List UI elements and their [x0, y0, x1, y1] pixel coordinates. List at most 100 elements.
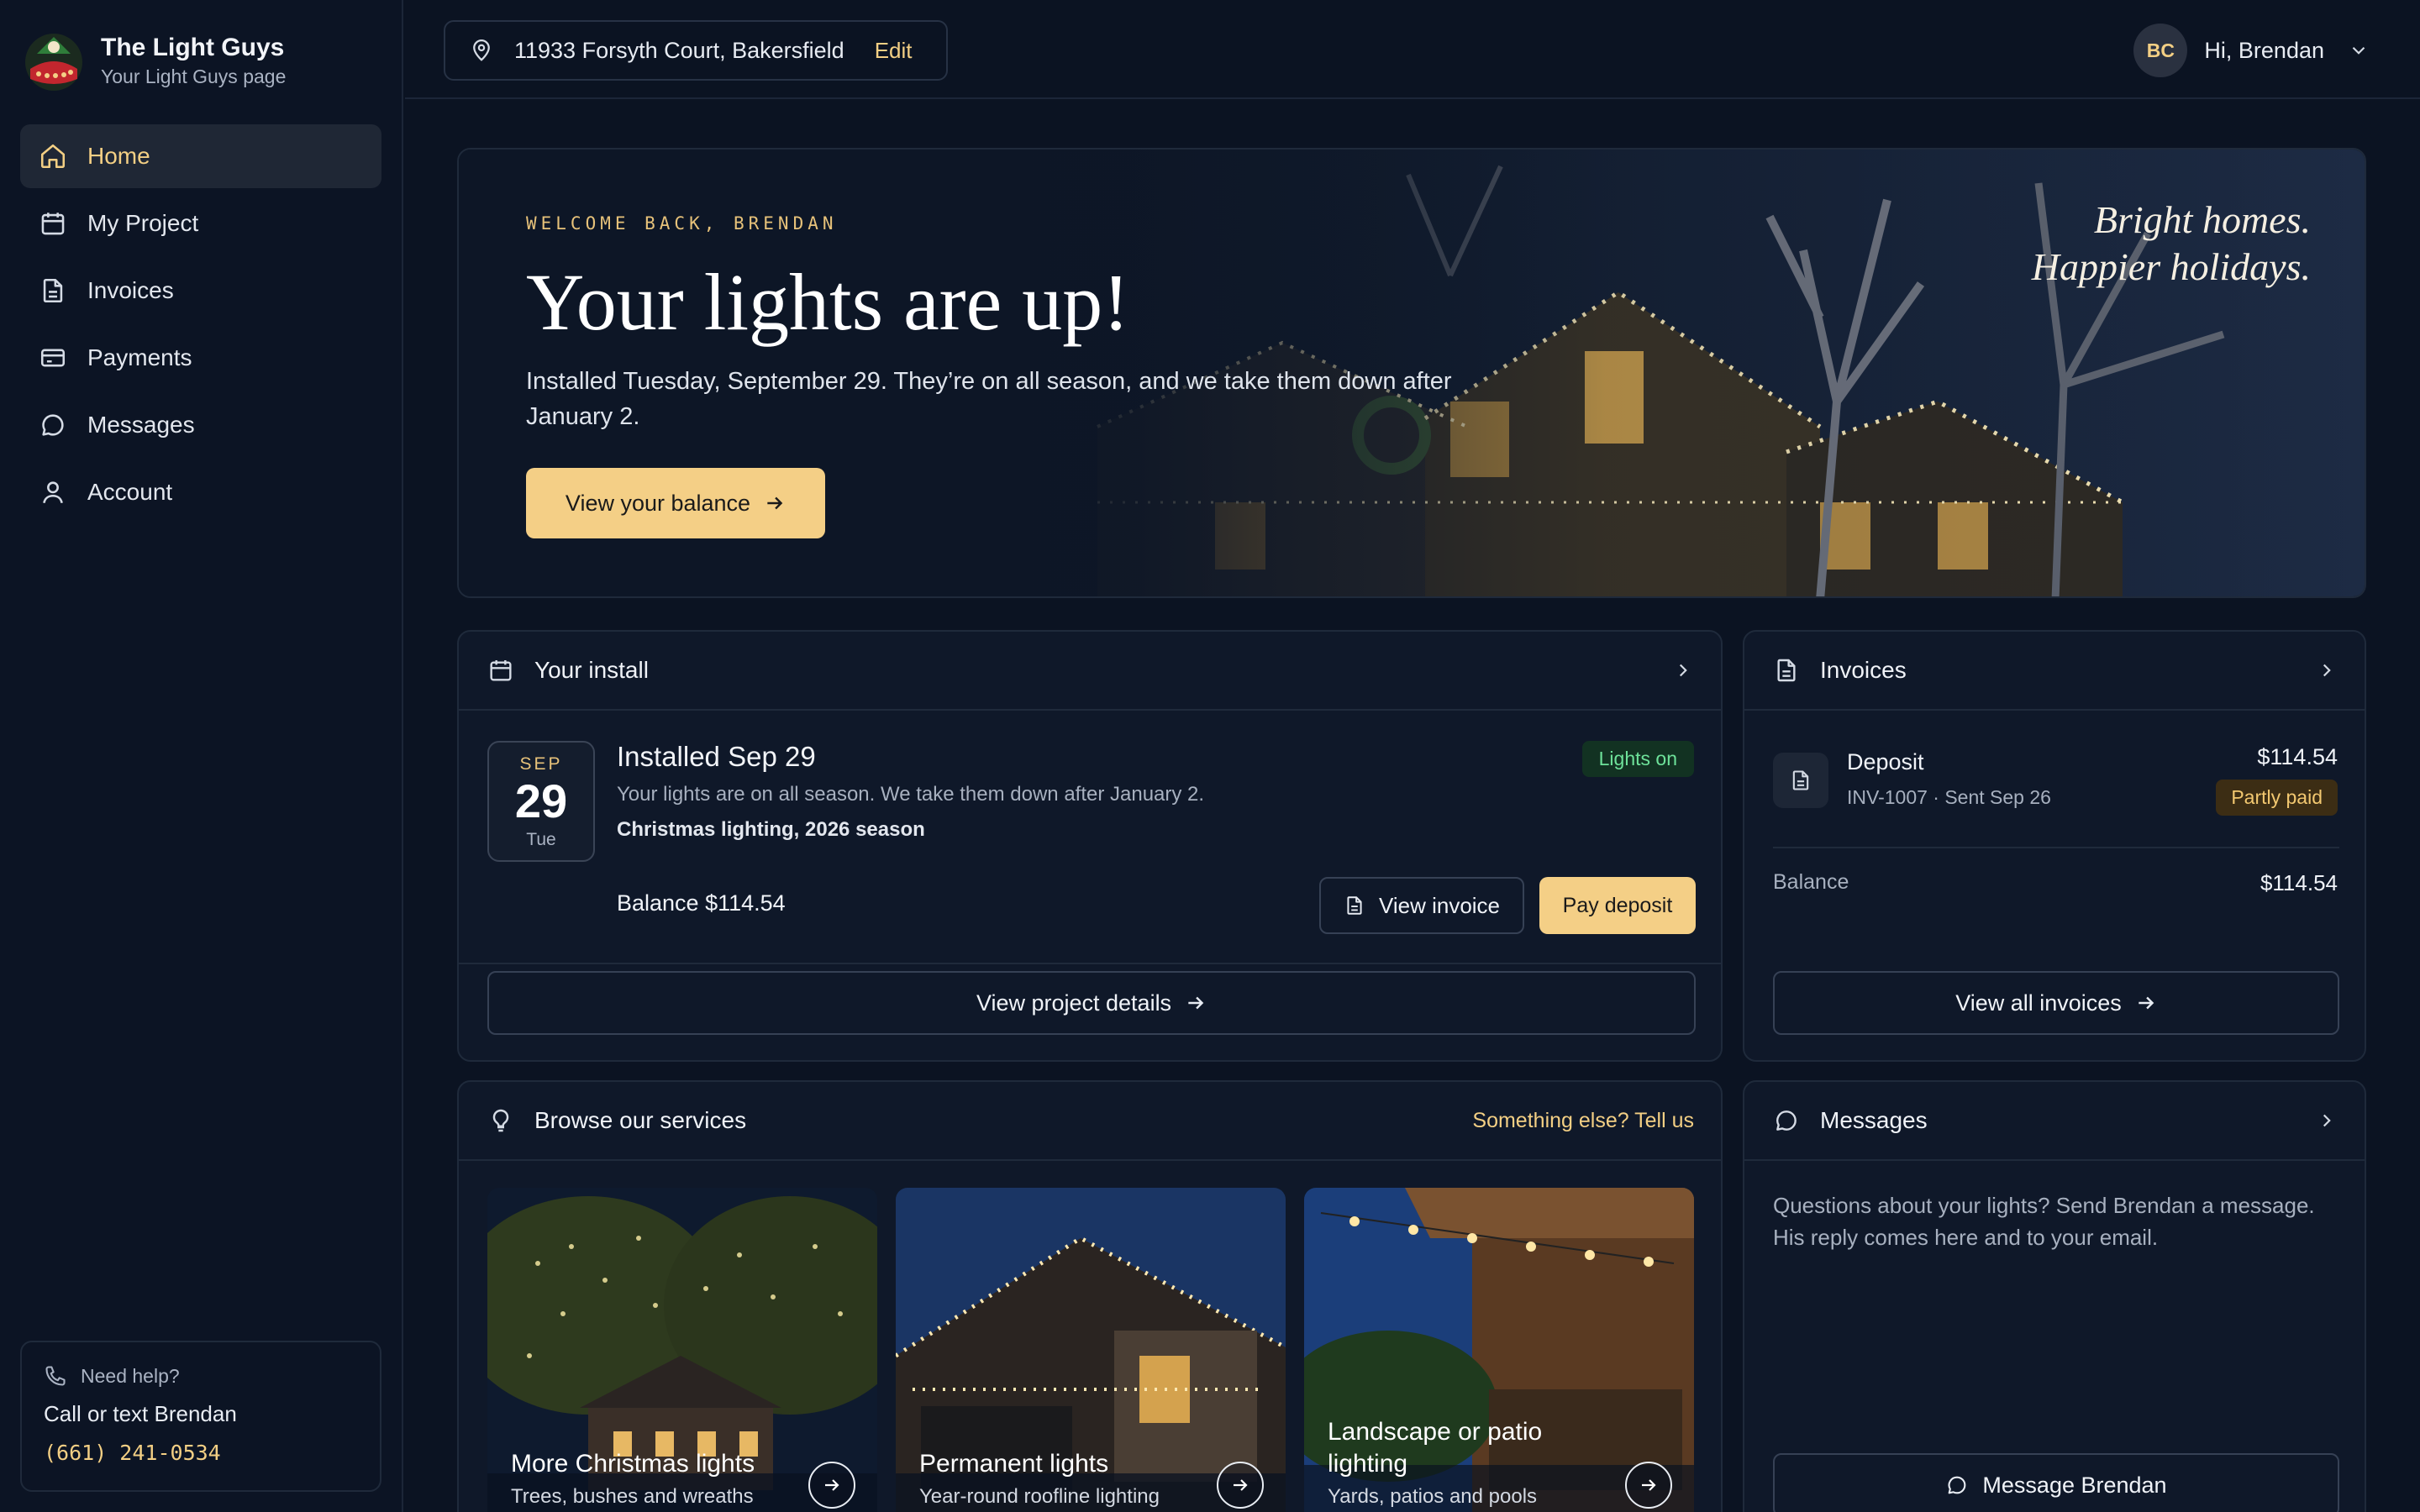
brand[interactable]: The Light Guys Your Light Guys page — [22, 29, 286, 92]
brand-subtitle: Your Light Guys page — [101, 65, 287, 87]
messages-card-header[interactable]: Messages — [1744, 1082, 2365, 1161]
user-greeting: Hi, Brendan — [2204, 37, 2324, 63]
balance-amount: $114.54 — [2260, 870, 2338, 895]
arrow-right-icon — [1188, 996, 1204, 1010]
tile-arrow-button[interactable] — [808, 1462, 855, 1509]
view-project-details-button[interactable]: View project details — [487, 971, 1696, 1035]
calendar-icon — [41, 213, 65, 235]
topbar: 11933 Forsyth Court, Bakersfield Edit BC… — [405, 0, 2420, 99]
view-project-details-label: View project details — [976, 990, 1172, 1016]
brand-logo — [25, 34, 82, 91]
view-balance-label: View your balance — [565, 490, 751, 516]
document-icon — [1792, 770, 1809, 790]
invoice-item-name[interactable]: Deposit — [1847, 749, 1924, 775]
map-pin-icon — [473, 39, 490, 61]
sidebar-item-label: Invoices — [87, 277, 174, 303]
sidebar-item-payments[interactable]: Payments — [20, 326, 381, 390]
view-all-invoices-button[interactable]: View all invoices — [1773, 971, 2339, 1035]
date-weekday: Tue — [526, 830, 556, 849]
tile-subtitle: Year-round roofline lighting — [919, 1485, 1160, 1508]
chat-bubble-icon — [1776, 1110, 1797, 1131]
install-season: Christmas lighting, 2026 season — [617, 818, 925, 841]
tile-title: Landscape or patio lighting — [1328, 1418, 1543, 1478]
user-icon — [43, 481, 63, 504]
sidebar-item-invoices[interactable]: Invoices — [20, 259, 381, 323]
document-icon — [1347, 896, 1362, 915]
hero-banner: WELCOME BACK, BRENDAN Your lights are up… — [457, 148, 2366, 598]
status-badge: Partly paid — [2216, 780, 2338, 816]
chevron-right-icon — [2323, 1114, 2331, 1127]
tagline-line-2: Happier holidays. — [2031, 245, 2311, 288]
edit-address-link[interactable]: Edit — [875, 38, 913, 64]
install-card: Your install SEP 29 Tue Installed Sep 29… — [457, 630, 1723, 1062]
service-tile-landscape[interactable]: Landscape or patio lighting Yards, patio… — [1304, 1188, 1694, 1512]
invoices-card-title: Invoices — [1820, 657, 1907, 683]
invoice-item-amount: $114.54 — [2257, 744, 2338, 769]
sidebar: The Light Guys Your Light Guys page Home… — [0, 0, 403, 1512]
welcome-eyebrow: WELCOME BACK, BRENDAN — [526, 213, 838, 234]
date-day: 29 — [514, 774, 568, 827]
hero-title: Your lights are up! — [526, 257, 1130, 347]
service-tile-permanent[interactable]: Permanent lights Year-round roofline lig… — [896, 1188, 1286, 1512]
document-icon — [43, 278, 63, 303]
sidebar-item-label: Messages — [87, 412, 195, 438]
message-brendan-button[interactable]: Message Brendan — [1773, 1453, 2339, 1512]
arrow-right-icon — [1234, 1479, 1248, 1491]
status-badge: Lights on — [1581, 741, 1694, 777]
help-phone-link[interactable]: (661) 241-0534 — [44, 1441, 358, 1465]
lightbulb-icon — [492, 1109, 509, 1132]
chat-bubble-icon — [1948, 1476, 1966, 1494]
balance-label: Balance — [1773, 870, 1849, 894]
phone-icon — [45, 1366, 66, 1386]
help-label: Need help? — [81, 1364, 180, 1387]
chat-bubble-icon — [42, 414, 64, 436]
services-card-header: Browse our services Something else? Tell… — [459, 1082, 1721, 1161]
sidebar-item-home[interactable]: Home — [20, 124, 381, 188]
help-box: Need help? Call or text Brendan (661) 24… — [20, 1341, 381, 1492]
messages-card-title: Messages — [1820, 1107, 1928, 1133]
view-invoice-button[interactable]: View invoice — [1319, 877, 1524, 934]
address-pill: 11933 Forsyth Court, Bakersfield Edit — [444, 20, 948, 81]
tile-subtitle: Yards, patios and pools — [1328, 1485, 1538, 1508]
view-balance-button[interactable]: View your balance — [526, 468, 825, 538]
services-card: Browse our services Something else? Tell… — [457, 1080, 1723, 1512]
sidebar-item-label: Payments — [87, 344, 192, 370]
sidebar-item-my-project[interactable]: My Project — [20, 192, 381, 255]
sidebar-item-label: My Project — [87, 210, 199, 236]
message-brendan-label: Message Brendan — [1982, 1472, 2167, 1498]
install-balance: Balance $114.54 — [617, 890, 786, 916]
sidebar-item-label: Account — [87, 479, 173, 505]
user-menu[interactable]: BC Hi, Brendan — [2133, 24, 2370, 77]
invoices-card-header[interactable]: Invoices — [1744, 632, 2365, 711]
pay-deposit-button[interactable]: Pay deposit — [1539, 877, 1696, 934]
install-heading: Installed Sep 29 — [617, 741, 816, 772]
document-icon — [1777, 659, 1796, 682]
sidebar-item-messages[interactable]: Messages — [20, 393, 381, 457]
tagline-line-1: Bright homes. — [2093, 198, 2311, 241]
tile-arrow-button[interactable] — [1217, 1462, 1264, 1509]
install-card-header[interactable]: Your install — [459, 632, 1721, 711]
tile-title: Permanent lights — [919, 1450, 1109, 1478]
service-tile-christmas[interactable]: More Christmas lights Trees, bushes and … — [487, 1188, 877, 1512]
divider — [1773, 847, 2339, 848]
sidebar-item-account[interactable]: Account — [20, 460, 381, 524]
install-card-title: Your install — [534, 657, 649, 683]
view-invoice-label: View invoice — [1378, 892, 1501, 918]
hero-description: Installed Tuesday, September 29. They’re… — [526, 368, 1452, 430]
calendar-icon — [490, 660, 512, 681]
chevron-down-icon — [2352, 46, 2365, 55]
install-note: Your lights are on all season. We take t… — [617, 783, 1205, 806]
something-else-link[interactable]: Something else? Tell us — [1472, 1109, 1694, 1133]
sidebar-nav: Home My Project Invoices Payments Messag… — [20, 124, 381, 528]
date-month: SEP — [519, 754, 563, 774]
tile-subtitle: Trees, bushes and wreaths — [511, 1485, 754, 1508]
chevron-right-icon — [1679, 664, 1687, 677]
tile-title: More Christmas lights — [511, 1450, 755, 1478]
divider — [459, 963, 1721, 964]
arrow-right-icon — [767, 496, 783, 510]
chevron-right-icon — [2323, 664, 2331, 677]
messages-body: Questions about your lights? Send Brenda… — [1773, 1193, 2315, 1250]
help-call-text: Call or text Brendan — [44, 1401, 237, 1426]
tile-arrow-button[interactable] — [1625, 1462, 1672, 1509]
invoice-item-icon — [1773, 753, 1828, 808]
